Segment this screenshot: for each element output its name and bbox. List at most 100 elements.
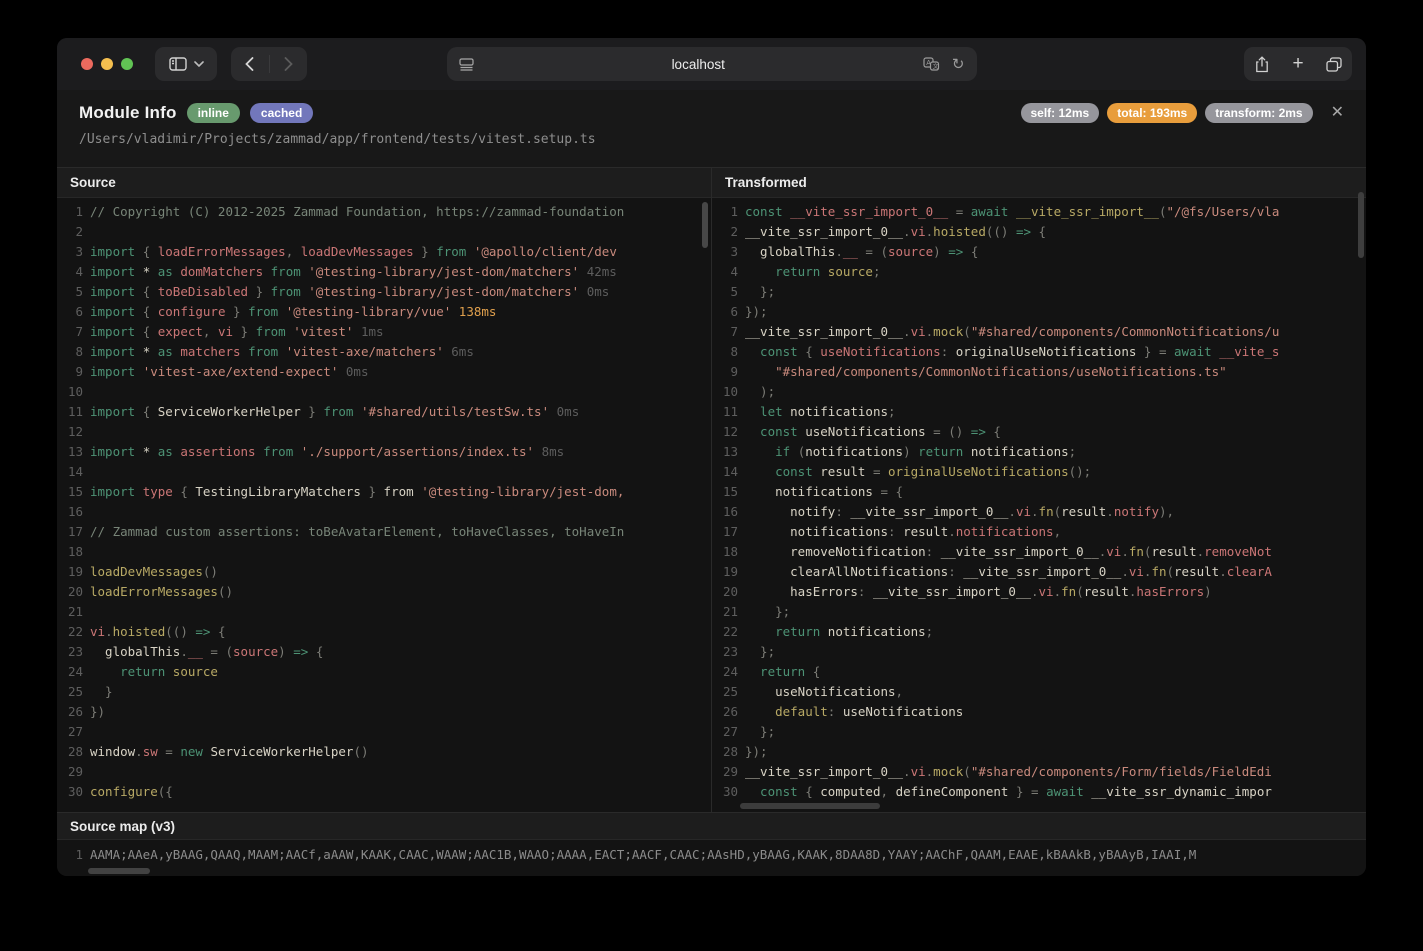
sourcemap-body[interactable]: 1 AAMA;AAeA,yBAAG,QAAQ,MAAM;AACf,aAAW,KA… [57,840,1366,876]
code-line: 6import { configure } from '@testing-lib… [57,302,711,322]
reload-icon[interactable]: ↻ [952,55,965,73]
forward-button[interactable] [270,47,308,81]
translate-icon[interactable]: A 文 [923,57,940,71]
code-line: 20 hasErrors: __vite_ssr_import_0__.vi.f… [712,582,1366,602]
code-line: 28}); [712,742,1366,762]
transformed-panel: Transformed 1const __vite_ssr_import_0__… [712,168,1366,812]
page-title: Module Info [79,103,177,123]
code-line: 2 [57,222,711,242]
share-button[interactable] [1244,47,1280,81]
badge-inline: inline [187,103,240,123]
code-line: 4import * as domMatchers from '@testing-… [57,262,711,282]
code-line: 29__vite_ssr_import_0__.vi.mock("#shared… [712,762,1366,782]
code-line: 5 }; [712,282,1366,302]
code-line: 22 return notifications; [712,622,1366,642]
code-line: 23 globalThis.__ = (source) => { [57,642,711,662]
close-panel-button[interactable]: ✕ [1331,105,1344,121]
source-vertical-scrollbar[interactable] [702,202,708,248]
tab-overview-button[interactable] [1316,47,1352,81]
code-line: 15 notifications = { [712,482,1366,502]
badge-cached: cached [250,103,313,123]
transformed-code-area[interactable]: 1const __vite_ssr_import_0__ = await __v… [712,198,1366,812]
code-line: 17 notifications: result.notifications, [712,522,1366,542]
code-line: 27 [57,722,711,742]
code-line: 16 notify: __vite_ssr_import_0__.vi.fn(r… [712,502,1366,522]
code-line: 27 }; [712,722,1366,742]
sourcemap-title: Source map (v3) [57,813,1366,840]
code-line: 25 } [57,682,711,702]
address-bar[interactable]: localhost A 文 ↻ [447,47,977,81]
code-line: 22vi.hoisted(() => { [57,622,711,642]
source-code-area[interactable]: 1// Copyright (C) 2012-2025 Zammad Found… [57,198,711,812]
timing-total-badge: total: 193ms [1107,103,1197,123]
code-line: 2__vite_ssr_import_0__.vi.hoisted(() => … [712,222,1366,242]
transformed-horizontal-scrollbar[interactable] [740,803,880,809]
new-tab-button[interactable]: + [1280,47,1316,81]
code-panes: Source 1// Copyright (C) 2012-2025 Zamma… [57,167,1366,812]
code-line: 30 const { computed, defineComponent } =… [712,782,1366,802]
code-line: 19 clearAllNotifications: __vite_ssr_imp… [712,562,1366,582]
code-line: 21 }; [712,602,1366,622]
browser-toolbar: localhost A 文 ↻ [57,38,1366,90]
code-line: 14 [57,462,711,482]
url-text: localhost [474,57,923,72]
sidebar-toggle-button[interactable] [155,47,217,81]
code-line: 5import { toBeDisabled } from '@testing-… [57,282,711,302]
code-line: 26 default: useNotifications [712,702,1366,722]
source-panel-title: Source [57,168,711,198]
transformed-vertical-scrollbar[interactable] [1358,192,1364,258]
sourcemap-horizontal-scrollbar[interactable] [88,868,150,874]
code-line: 19loadDevMessages() [57,562,711,582]
traffic-lights [81,58,133,70]
code-line: 18 [57,542,711,562]
code-line: 29 [57,762,711,782]
code-line: 12 [57,422,711,442]
back-button[interactable] [231,47,269,81]
code-line: 17// Zammad custom assertions: toBeAvata… [57,522,711,542]
code-line: 1const __vite_ssr_import_0__ = await __v… [712,202,1366,222]
chevron-left-icon [245,57,254,71]
code-line: 30configure({ [57,782,711,802]
browser-window: localhost A 文 ↻ [57,38,1366,876]
code-line: 18 removeNotification: __vite_ssr_import… [712,542,1366,562]
code-line: 3 globalThis.__ = (source) => { [712,242,1366,262]
chevron-down-icon [194,61,204,67]
code-line: 4 return source; [712,262,1366,282]
code-line: 1// Copyright (C) 2012-2025 Zammad Found… [57,202,711,222]
nav-buttons [231,47,307,81]
toolbar-right-buttons: + [1244,47,1352,81]
code-line: 15import type { TestingLibraryMatchers }… [57,482,711,502]
code-line: 9 "#shared/components/CommonNotification… [712,362,1366,382]
module-info-header: Module Info inline cached self: 12ms tot… [57,90,1366,167]
code-line: 13 if (notifications) return notificatio… [712,442,1366,462]
sourcemap-mappings: AAMA;AAeA,yBAAG,QAAQ,MAAM;AACf,aAAW,KAAK… [83,845,1196,865]
code-line: 10 ); [712,382,1366,402]
code-line: 7import { expect, vi } from 'vitest' 1ms [57,322,711,342]
code-line: 23 }; [712,642,1366,662]
minimize-window-button[interactable] [101,58,113,70]
code-line: 26}) [57,702,711,722]
code-line: 21 [57,602,711,622]
code-line: 12 const useNotifications = () => { [712,422,1366,442]
code-line: 20loadErrorMessages() [57,582,711,602]
code-line: 16 [57,502,711,522]
close-window-button[interactable] [81,58,93,70]
sourcemap-line-number: 1 [57,845,83,865]
chevron-right-icon [284,57,293,71]
code-line: 24 return { [712,662,1366,682]
page-settings-icon[interactable] [459,58,474,71]
sourcemap-line: 1 AAMA;AAeA,yBAAG,QAAQ,MAAM;AACf,aAAW,KA… [57,845,1366,865]
code-line: 7__vite_ssr_import_0__.vi.mock("#shared/… [712,322,1366,342]
code-line: 3import { loadErrorMessages, loadDevMess… [57,242,711,262]
timing-self-badge: self: 12ms [1021,103,1100,123]
zoom-window-button[interactable] [121,58,133,70]
module-file-path: /Users/vladimir/Projects/zammad/app/fron… [79,132,1344,147]
timing-transform-badge: transform: 2ms [1205,103,1312,123]
code-line: 6}); [712,302,1366,322]
code-line: 9import 'vitest-axe/extend-expect' 0ms [57,362,711,382]
sourcemap-section: Source map (v3) 1 AAMA;AAeA,yBAAG,QAAQ,M… [57,812,1366,876]
code-line: 8import * as matchers from 'vitest-axe/m… [57,342,711,362]
transformed-panel-title: Transformed [712,168,1366,198]
svg-text:文: 文 [933,63,939,71]
share-icon [1255,56,1269,73]
